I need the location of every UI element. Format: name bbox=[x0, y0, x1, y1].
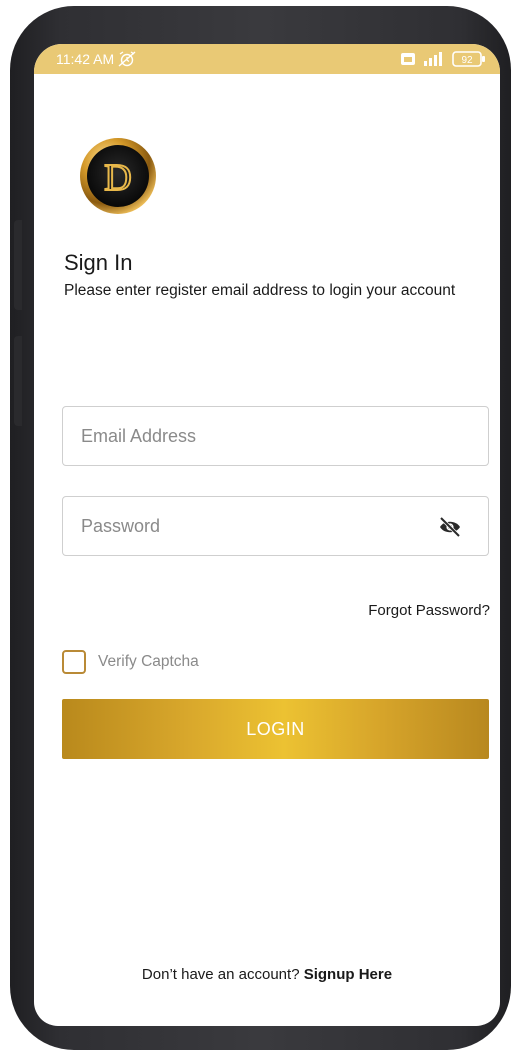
email-field[interactable] bbox=[62, 406, 489, 466]
status-left: 11:42 AM bbox=[56, 51, 136, 67]
password-input[interactable] bbox=[63, 497, 488, 555]
volume-up-button bbox=[14, 220, 22, 310]
status-bar: 11:42 AM 92 bbox=[34, 44, 500, 74]
signup-link[interactable]: Signup Here bbox=[304, 966, 392, 983]
battery-level: 92 bbox=[461, 55, 473, 66]
alarm-off-icon bbox=[118, 51, 136, 67]
signup-prompt: Don’t have an account? Signup Here bbox=[34, 966, 500, 983]
signal-icon bbox=[422, 52, 446, 66]
volume-down-button bbox=[14, 336, 22, 426]
login-button[interactable]: LOGIN bbox=[62, 699, 489, 759]
battery-icon: 92 bbox=[452, 51, 486, 67]
email-input[interactable] bbox=[63, 407, 488, 465]
page-subtitle: Please enter register email address to l… bbox=[64, 282, 456, 299]
password-field[interactable] bbox=[62, 496, 489, 556]
logo-letter: D bbox=[104, 157, 131, 199]
status-right: 92 bbox=[400, 51, 486, 67]
verify-captcha[interactable]: Verify Captcha bbox=[62, 650, 199, 674]
forgot-password-link[interactable]: Forgot Password? bbox=[368, 602, 490, 619]
phone-frame: 11:42 AM 92 D Sign In Please enter regis… bbox=[10, 6, 511, 1050]
signup-prompt-text: Don’t have an account? bbox=[141, 966, 300, 983]
captcha-checkbox[interactable] bbox=[62, 650, 86, 674]
page-title: Sign In bbox=[64, 250, 133, 275]
status-time: 11:42 AM bbox=[56, 51, 115, 67]
captcha-label: Verify Captcha bbox=[98, 653, 199, 670]
eye-off-icon[interactable] bbox=[438, 516, 462, 538]
screen: 11:42 AM 92 D Sign In Please enter regis… bbox=[34, 44, 500, 1026]
sim-icon bbox=[400, 52, 416, 66]
app-logo: D bbox=[78, 136, 158, 216]
